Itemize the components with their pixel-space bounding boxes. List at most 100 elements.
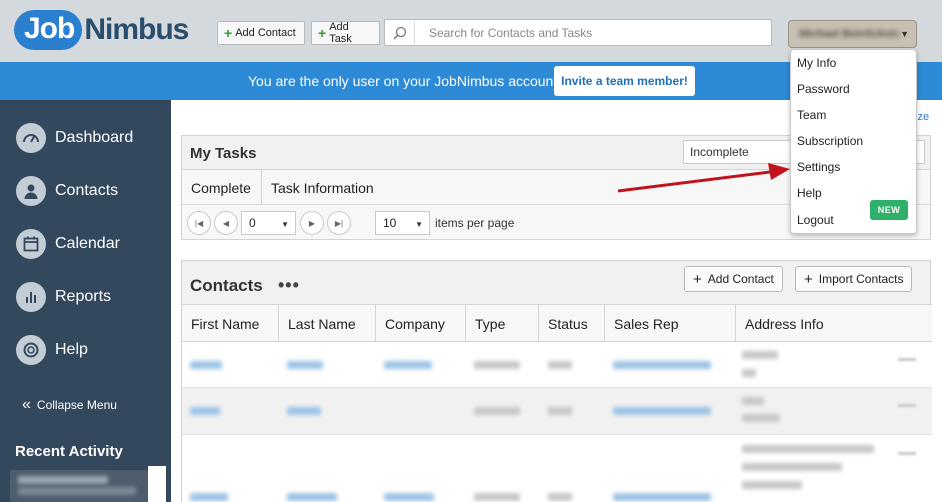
status-cell — [548, 361, 572, 369]
first-name-cell[interactable] — [190, 493, 228, 501]
add-contact-panel-label: Add Contact — [707, 272, 774, 286]
user-dropdown-menu: My Info Password Team Subscription Setti… — [790, 49, 917, 234]
customize-link[interactable]: ize — [915, 111, 929, 123]
calendar-icon — [16, 229, 46, 259]
search-input[interactable] — [415, 25, 755, 40]
column-status[interactable]: Status — [539, 305, 605, 342]
column-complete[interactable]: Complete — [182, 170, 262, 205]
add-contact-button[interactable]: + Add Contact — [217, 21, 305, 45]
lifebuoy-icon — [16, 335, 46, 365]
plus-icon: + — [318, 25, 327, 41]
column-type[interactable]: Type — [466, 305, 539, 342]
sidebar-item-dashboard[interactable]: Dashboard — [16, 122, 133, 154]
import-contacts-button[interactable]: + Import Contacts — [795, 266, 913, 292]
search-icon[interactable] — [385, 20, 415, 45]
contacts-table-header: First Name Last Name Company Type Status… — [182, 304, 932, 342]
sidebar: Dashboard Contacts Calendar Reports Help… — [0, 100, 171, 502]
first-name-cell[interactable] — [190, 407, 220, 415]
new-badge: NEW — [870, 200, 908, 220]
address-line — [742, 414, 780, 422]
status-cell — [548, 407, 572, 415]
more-options-icon[interactable]: ••• — [278, 275, 300, 296]
menu-item-my-info[interactable]: My Info — [797, 56, 836, 70]
import-contacts-label: Import Contacts — [818, 272, 904, 286]
row-actions-icon[interactable] — [898, 452, 916, 455]
address-line — [742, 445, 874, 453]
address-line — [742, 481, 802, 489]
sidebar-item-contacts[interactable]: Contacts — [16, 175, 118, 207]
logo-job-text: Job — [14, 10, 83, 50]
dashboard-icon — [16, 123, 46, 153]
caret-down-icon: ▼ — [900, 29, 909, 39]
previous-page-icon[interactable]: ◀ — [214, 211, 238, 235]
add-task-button[interactable]: + Add Task — [311, 21, 380, 45]
bar-chart-icon — [16, 282, 46, 312]
items-per-page-value: 10 — [383, 216, 397, 230]
sidebar-item-label: Calendar — [55, 235, 120, 252]
row-actions-icon[interactable] — [898, 404, 916, 407]
sidebar-item-label: Reports — [55, 288, 112, 305]
menu-item-logout[interactable]: Logout — [797, 213, 834, 227]
menu-item-subscription[interactable]: Subscription — [797, 134, 863, 148]
type-cell — [474, 361, 520, 369]
add-task-label: Add Task — [329, 21, 352, 45]
sales-rep-cell — [613, 361, 711, 369]
menu-item-help[interactable]: Help — [797, 186, 822, 200]
plus-icon: + — [224, 25, 233, 41]
next-page-icon[interactable]: ▶ — [300, 211, 324, 235]
sidebar-item-label: Dashboard — [55, 129, 134, 146]
sales-rep-cell — [613, 493, 711, 501]
company-cell — [384, 361, 432, 369]
contacts-header: Contacts ••• + Add Contact + Import Cont… — [182, 261, 930, 304]
collapse-menu-button[interactable]: « Collapse Menu — [22, 396, 117, 414]
address-line — [742, 463, 842, 471]
last-page-icon[interactable]: ▶| — [327, 211, 351, 235]
jobnimbus-logo[interactable]: Job Nimbus — [14, 6, 189, 54]
table-row[interactable] — [182, 342, 932, 388]
address-line — [742, 351, 778, 359]
user-name: Michael Beinlicksic — [799, 28, 900, 40]
menu-item-team[interactable]: Team — [797, 108, 826, 122]
sidebar-item-calendar[interactable]: Calendar — [16, 228, 120, 260]
table-row[interactable] — [182, 388, 932, 435]
last-name-cell[interactable] — [287, 407, 321, 415]
items-per-page-label: items per page — [435, 216, 515, 230]
row-actions-icon[interactable] — [898, 358, 916, 361]
last-name-cell[interactable] — [287, 493, 337, 501]
column-address-info[interactable]: Address Info — [736, 305, 932, 342]
plus-icon: + — [804, 270, 813, 288]
logo-nimbus-text: Nimbus — [84, 13, 189, 46]
column-last-name[interactable]: Last Name — [279, 305, 376, 342]
sidebar-item-label: Contacts — [55, 182, 119, 199]
company-cell — [384, 493, 434, 501]
user-menu-button[interactable]: Michael Beinlicksic ▼ — [788, 20, 917, 48]
add-contact-panel-button[interactable]: + Add Contact — [684, 266, 783, 292]
last-name-cell[interactable] — [287, 361, 323, 369]
double-chevron-left-icon: « — [22, 396, 31, 413]
page-number-value: 0 — [249, 216, 256, 230]
contacts-title: Contacts — [190, 276, 263, 295]
type-cell — [474, 407, 520, 415]
sidebar-item-label: Help — [55, 341, 88, 358]
column-first-name[interactable]: First Name — [182, 305, 279, 342]
status-cell — [548, 493, 572, 501]
items-per-page-select[interactable]: 10 ▼ — [375, 211, 430, 235]
menu-item-password[interactable]: Password — [797, 82, 850, 96]
banner-message: You are the only user on your JobNimbus … — [248, 73, 562, 89]
sidebar-item-help[interactable]: Help — [16, 334, 88, 366]
column-company[interactable]: Company — [376, 305, 466, 342]
add-contact-label: Add Contact — [235, 27, 296, 39]
caret-down-icon: ▼ — [281, 220, 289, 229]
collapse-menu-label: Collapse Menu — [36, 398, 117, 412]
first-name-cell[interactable] — [190, 361, 222, 369]
menu-item-settings[interactable]: Settings — [797, 160, 840, 174]
sidebar-item-reports[interactable]: Reports — [16, 281, 111, 313]
recent-activity-item[interactable] — [10, 470, 148, 502]
column-sales-rep[interactable]: Sales Rep — [605, 305, 736, 342]
address-line — [742, 369, 756, 377]
first-page-icon[interactable]: |◀ — [187, 211, 211, 235]
invite-team-member-button[interactable]: Invite a team member! — [554, 66, 695, 96]
sales-rep-cell — [613, 407, 711, 415]
page-number-select[interactable]: 0 ▼ — [241, 211, 296, 235]
table-row[interactable] — [182, 435, 932, 502]
